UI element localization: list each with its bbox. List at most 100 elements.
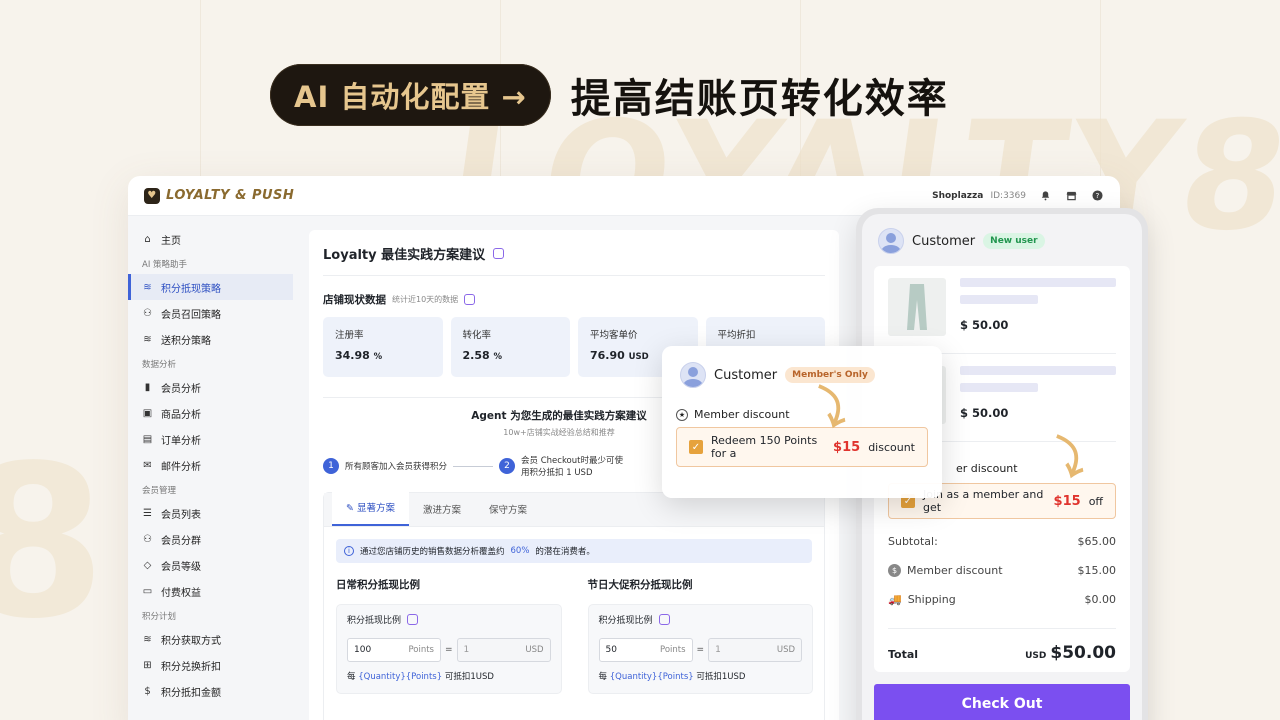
bell-icon[interactable] [1038, 189, 1052, 203]
page-title: Loyalty 最佳实践方案建议 [323, 244, 825, 276]
redeem-amount: $15 [833, 439, 861, 455]
sidebar-item-points-cash[interactable]: ≋ 积分抵现策略 [128, 274, 293, 300]
store-name: Shoplazza [932, 190, 984, 201]
truck-icon: 🚚 [888, 593, 902, 606]
subtotal-value: $65.00 [1077, 535, 1117, 548]
ratio-card: 积分抵现比例 100 Points = 1 USD 每 {Quantity}{Poi… [336, 604, 562, 694]
customer-name: Customer [912, 233, 976, 249]
sidebar-item-label: 积分抵扣金额 [161, 687, 221, 699]
product-info: $ 50.00 [960, 366, 1116, 431]
brand[interactable]: ♥ LOYALTY & PUSH [144, 187, 295, 204]
sidebar-item-give-points[interactable]: ≋ 送积分策略 [128, 326, 293, 352]
step-text: 会员 Checkout时最少可使用积分抵扣 1 USD [521, 456, 623, 478]
tab-aggressive[interactable]: 激进方案 [409, 502, 475, 526]
ratio-title: 日常积分抵现比例 [336, 579, 420, 591]
ai-sparkle-icon[interactable] [407, 614, 419, 625]
sidebar-item-recall[interactable]: ⚇ 会员召回策略 [128, 300, 293, 326]
shipping-label: Shipping [907, 593, 956, 606]
points-input[interactable]: 50 Points [598, 638, 693, 662]
promo-ratio: 节日大促积分抵现比例 积分抵现比例 50 Points = 1 USD 每 {Qua… [587, 577, 814, 694]
sidebar-item-email-analytics[interactable]: ✉ 邮件分析 [128, 452, 293, 478]
product-info: $ 50.00 [960, 278, 1116, 343]
stat-label: 注册率 [335, 330, 364, 341]
redeem-points-checkbox[interactable]: ✓ Redeem 150 Points for a $15 discount [676, 427, 928, 467]
sidebar-item-member-list[interactable]: ☰ 会员列表 [128, 500, 293, 526]
gift-icon: ⊞ [143, 659, 152, 671]
sidebar-item-redeem-discount[interactable]: ⊞ 积分兑换折扣 [128, 652, 293, 678]
checkbox-checked-icon: ✓ [689, 440, 703, 454]
tab-recommended[interactable]: ✎ 显著方案 [332, 490, 409, 526]
tab-conservative[interactable]: 保守方案 [475, 502, 541, 526]
ratio-card: 积分抵现比例 50 Points = 1 USD 每 {Quantity}{Poin… [587, 604, 814, 694]
ai-sparkle-icon[interactable] [493, 248, 505, 259]
sidebar-item-member-analytics[interactable]: ▮ 会员分析 [128, 374, 293, 400]
pencil-icon: ✎ [346, 503, 357, 514]
list-icon: ☰ [143, 507, 152, 519]
dollar-icon: $ [144, 685, 151, 697]
info-text: 的潜在消费者。 [535, 547, 595, 557]
product-item: $ 50.00 [888, 278, 1116, 354]
section-subtitle: 统计近10天的数据 [392, 295, 459, 304]
dollar-icon: $ [888, 564, 901, 577]
store-info[interactable]: Shoplazza ID:3369 [932, 191, 1026, 201]
stat-label: 平均折扣 [717, 330, 756, 341]
brand-logo-icon: ♥ [144, 187, 160, 204]
sidebar-item-label: 商品分析 [161, 409, 201, 421]
background-watermark-digit: 8 [0, 420, 107, 665]
sidebar-group-ai: AI 策略助手 [142, 260, 188, 270]
ai-sparkle-icon[interactable] [658, 614, 670, 625]
sidebar-item-label: 会员分群 [161, 535, 201, 547]
sidebar-item-order-analytics[interactable]: ▤ 订单分析 [128, 426, 293, 452]
ratio-row: 日常积分抵现比例 积分抵现比例 100 Points = 1 USD 每 {Quan… [336, 577, 814, 694]
plan-tabs: ✎ 显著方案 激进方案 保守方案 [324, 490, 824, 527]
sidebar-item-label: 会员分析 [161, 383, 201, 395]
hero-header: AI 自动化配置 → 提高结账页转化效率 [270, 64, 949, 126]
daily-ratio: 日常积分抵现比例 积分抵现比例 100 Points = 1 USD 每 {Quan… [336, 577, 562, 694]
sidebar-item-home[interactable]: ⌂ 主页 [128, 226, 293, 252]
mail-icon: ✉ [143, 459, 152, 471]
topbar-right: Shoplazza ID:3369 ? [932, 189, 1104, 203]
brand-name: LOYALTY & PUSH [166, 188, 295, 203]
coins-icon: ≋ [143, 633, 152, 645]
store-icon[interactable] [1064, 189, 1078, 203]
step-text: 所有顾客加入会员获得积分 [345, 462, 448, 472]
ratio-title: 节日大促积分抵现比例 [587, 579, 693, 591]
hero-pill: AI 自动化配置 → [270, 64, 551, 126]
checkout-button[interactable]: Check Out [874, 684, 1130, 720]
sidebar-item-label: 邮件分析 [161, 461, 201, 473]
points-input[interactable]: 100 Points [347, 638, 441, 662]
avatar [680, 362, 706, 388]
total-value: $50.00 [1050, 643, 1116, 663]
sidebar-item-product-analytics[interactable]: ▣ 商品分析 [128, 400, 293, 426]
sidebar-item-earn-points[interactable]: ≋ 积分获取方式 [128, 626, 293, 652]
users-icon: ⚇ [143, 307, 152, 319]
stat-value: 2.58 % [462, 349, 503, 362]
sidebar-item-label: 会员召回策略 [161, 309, 221, 321]
step-number: 2 [499, 458, 516, 474]
ai-sparkle-icon[interactable] [464, 294, 476, 305]
member-discount-text: Member discount [907, 564, 1003, 577]
help-icon[interactable]: ? [1090, 189, 1104, 203]
box-icon: ▣ [142, 407, 153, 419]
diamond-icon: ◇ [143, 559, 152, 571]
join-text: Join as a member and get [923, 488, 1044, 514]
sidebar-item-paid-benefits[interactable]: ▭ 付费权益 [128, 578, 293, 604]
step-connector [453, 465, 494, 467]
member-discount-row: $ Member discount $15.00 [888, 564, 1116, 577]
member-discount-value: $15.00 [1077, 564, 1117, 577]
sidebar-item-deduct-amount[interactable]: $ 积分抵扣金额 [128, 678, 293, 704]
equals-sign: = [696, 645, 705, 655]
equals-sign: = [445, 645, 453, 655]
plan-panel: ✎ 显著方案 激进方案 保守方案 i 通过您店铺历史的销售数据分析覆盖约 60%… [323, 490, 825, 720]
customer-name: Customer [714, 367, 778, 383]
info-percent: 60% [510, 546, 530, 556]
section-title: 店铺现状数据 [323, 294, 386, 306]
sidebar-item-member-segments[interactable]: ⚇ 会员分群 [128, 526, 293, 552]
sidebar-item-label: 积分兑换折扣 [161, 661, 221, 673]
store-id: ID:3369 [990, 190, 1026, 201]
sidebar-item-label: 积分获取方式 [161, 635, 221, 647]
sidebar-item-label: 付费权益 [161, 587, 201, 599]
sidebar-item-member-tiers[interactable]: ◇ 会员等级 [128, 552, 293, 578]
info-banner: i 通过您店铺历史的销售数据分析覆盖约 60% 的潜在消费者。 [336, 539, 812, 563]
redeem-text: Redeem 150 Points for a [711, 434, 818, 460]
